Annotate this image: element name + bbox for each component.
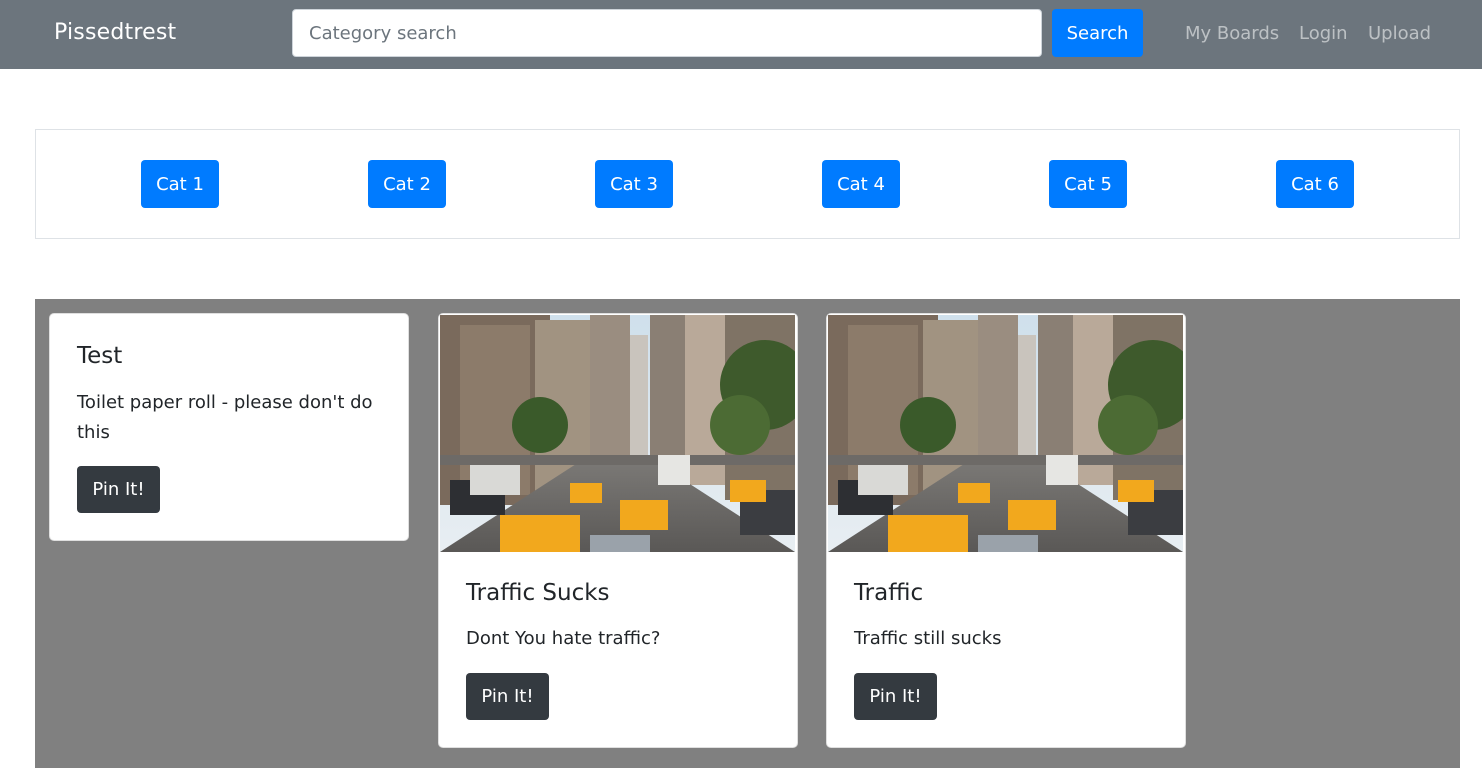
city-traffic-photo (828, 315, 1183, 552)
pin-card-traffic: Traffic Traffic still sucks Pin It! (826, 313, 1186, 748)
card-text: Traffic still sucks (854, 628, 1002, 649)
nav-link-upload[interactable]: Upload (1368, 23, 1431, 44)
card-text: Dont You hate traffic? (466, 628, 661, 649)
pin-it-button[interactable]: Pin It! (77, 466, 160, 513)
navbar: Pissedtrest Search My Boards Login Uploa… (0, 0, 1482, 69)
brand-logo[interactable]: Pissedtrest (54, 20, 176, 45)
search-button[interactable]: Search (1052, 9, 1143, 57)
category-button-3[interactable]: Cat 3 (595, 160, 673, 208)
nav-link-login[interactable]: Login (1299, 23, 1348, 44)
nav-link-my-boards[interactable]: My Boards (1185, 23, 1279, 44)
category-search-input[interactable] (292, 9, 1042, 57)
pin-it-button[interactable]: Pin It! (466, 673, 549, 720)
card-title: Traffic (854, 580, 924, 606)
card-text: Toilet paper roll - please don't do this (77, 392, 373, 443)
category-button-6[interactable]: Cat 6 (1276, 160, 1354, 208)
category-button-2[interactable]: Cat 2 (368, 160, 446, 208)
city-traffic-image (440, 315, 795, 552)
category-button-1[interactable]: Cat 1 (141, 160, 219, 208)
city-traffic-image (828, 315, 1183, 552)
pin-card-traffic-sucks: Traffic Sucks Dont You hate traffic? Pin… (438, 313, 798, 748)
city-traffic-photo (440, 315, 795, 552)
card-title: Test (77, 343, 123, 369)
card-title: Traffic Sucks (466, 580, 610, 606)
category-button-5[interactable]: Cat 5 (1049, 160, 1127, 208)
pin-grid: Test Toilet paper roll - please don't do… (35, 299, 1460, 768)
category-button-4[interactable]: Cat 4 (822, 160, 900, 208)
pin-card-test: Test Toilet paper roll - please don't do… (49, 313, 409, 541)
pin-it-button[interactable]: Pin It! (854, 673, 937, 720)
category-bar: Cat 1 Cat 2 Cat 3 Cat 4 Cat 5 Cat 6 (35, 129, 1460, 239)
